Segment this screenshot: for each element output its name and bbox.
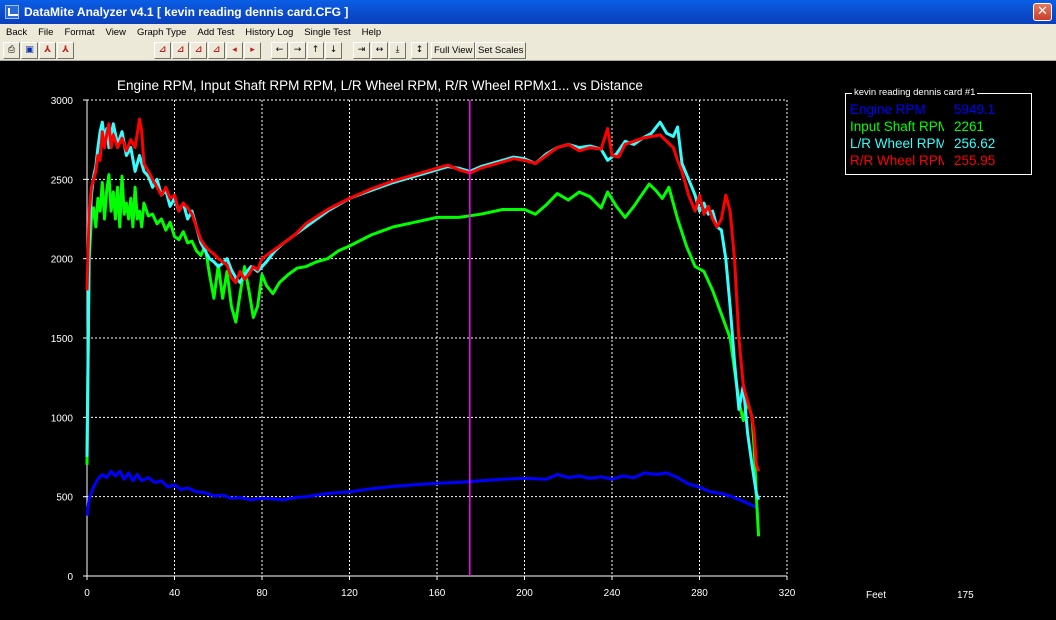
- cursor-right-icon[interactable]: ▸: [244, 42, 261, 59]
- menu-single-test[interactable]: Single Test: [298, 27, 355, 38]
- print-icon[interactable]: ⎙: [3, 42, 20, 59]
- graph-type-3-icon[interactable]: ⊿: [190, 42, 207, 59]
- x-tick-label: 0: [84, 588, 90, 599]
- legend-series-name: L/R Wheel RPM: [850, 136, 944, 151]
- legend-series-value: 5949.1: [954, 102, 996, 117]
- menu-history-log[interactable]: History Log: [239, 27, 298, 38]
- cursor-unit-label: Feet: [866, 590, 887, 601]
- set-scales-button[interactable]: Set Scales: [475, 42, 527, 59]
- legend-series-name: R/R Wheel RPM: [850, 153, 944, 168]
- legend-row-rr-wheel-rpm: R/R Wheel RPM 255.95: [850, 153, 1030, 169]
- scroll-up-icon[interactable]: ↑: [307, 42, 324, 59]
- legend-box: kevin reading dennis card #1 Engine RPM …: [845, 87, 1032, 175]
- series-line-input-shaft-rpm: [85, 173, 761, 537]
- y-tick-label: 2000: [51, 255, 74, 266]
- legend-series-value: 256.62: [954, 136, 996, 151]
- menu-format[interactable]: Format: [58, 27, 99, 38]
- scroll-left-icon[interactable]: ←: [271, 42, 288, 59]
- legend-row-engine-rpm: Engine RPM 5949.1: [850, 102, 1030, 118]
- toolbar: ⎙ ▣ ⅄ ⅄ ⊿ ⊿ ⊿ ⊿ ◂ ▸ ← → ↑ ↓ ⇥ ↔ ⤓ ↕ Full…: [0, 40, 1056, 61]
- x-tick-label: 40: [169, 588, 181, 599]
- menu-help[interactable]: Help: [356, 27, 387, 38]
- zoom-in-icon[interactable]: ⅄: [39, 42, 56, 59]
- graph-type-4-icon[interactable]: ⊿: [208, 42, 225, 59]
- legend-series-name: Input Shaft RPM: [850, 119, 944, 134]
- x-tick-label: 320: [779, 588, 796, 599]
- chart-title: Engine RPM, Input Shaft RPM RPM, L/R Whe…: [117, 78, 643, 93]
- menu-graph-type[interactable]: Graph Type: [131, 27, 191, 38]
- y-tick-label: 1000: [51, 413, 74, 424]
- compress-vertical-icon[interactable]: ⤓: [389, 42, 406, 59]
- series-line-engine-rpm: [85, 469, 760, 516]
- x-tick-label: 160: [429, 588, 446, 599]
- x-tick-label: 280: [691, 588, 708, 599]
- full-view-button[interactable]: Full View: [431, 42, 476, 59]
- chart-series: [85, 117, 761, 537]
- graph-type-2-icon[interactable]: ⊿: [172, 42, 189, 59]
- save-icon[interactable]: ▣: [21, 42, 38, 59]
- expand-vertical-icon[interactable]: ↕: [411, 42, 428, 59]
- y-tick-label: 0: [67, 572, 73, 583]
- legend-row-lr-wheel-rpm: L/R Wheel RPM 256.62: [850, 136, 1030, 152]
- y-tick-label: 500: [56, 493, 73, 504]
- cursor-left-icon[interactable]: ◂: [226, 42, 243, 59]
- window-title-bar[interactable]: DataMite Analyzer v4.1 [ kevin reading d…: [0, 0, 1056, 24]
- app-icon: [5, 5, 19, 19]
- scroll-right-icon[interactable]: →: [289, 42, 306, 59]
- legend-series-value: 2261: [954, 119, 985, 134]
- menu-bar: Back File Format View Graph Type Add Tes…: [0, 24, 1056, 40]
- cursor-value: 175: [957, 590, 974, 601]
- scroll-down-icon[interactable]: ↓: [325, 42, 342, 59]
- x-tick-label: 240: [604, 588, 621, 599]
- y-tick-label: 2500: [51, 175, 74, 186]
- expand-horizontal-icon[interactable]: ↔: [371, 42, 388, 59]
- compress-horizontal-icon[interactable]: ⇥: [353, 42, 370, 59]
- zoom-out-icon[interactable]: ⅄: [57, 42, 74, 59]
- menu-add-test[interactable]: Add Test: [191, 27, 239, 38]
- x-tick-label: 120: [341, 588, 358, 599]
- legend-series-value: 255.95: [954, 153, 996, 168]
- legend-series-name: Engine RPM: [850, 102, 926, 117]
- y-tick-label: 3000: [51, 96, 74, 107]
- menu-file[interactable]: File: [32, 27, 58, 38]
- series-line-r-r-wheel-rpm: [85, 117, 761, 472]
- close-button[interactable]: ✕: [1033, 3, 1052, 21]
- x-tick-label: 80: [256, 588, 268, 599]
- x-tick-label: 200: [516, 588, 533, 599]
- y-tick-label: 1500: [51, 334, 74, 345]
- legend-row-input-shaft-rpm: Input Shaft RPM 2261: [850, 119, 1030, 135]
- window-title: DataMite Analyzer v4.1 [ kevin reading d…: [24, 5, 349, 19]
- legend-title: kevin reading dennis card #1: [852, 87, 978, 98]
- graph-type-1-icon[interactable]: ⊿: [154, 42, 171, 59]
- menu-back[interactable]: Back: [0, 27, 32, 38]
- menu-view[interactable]: View: [100, 27, 131, 38]
